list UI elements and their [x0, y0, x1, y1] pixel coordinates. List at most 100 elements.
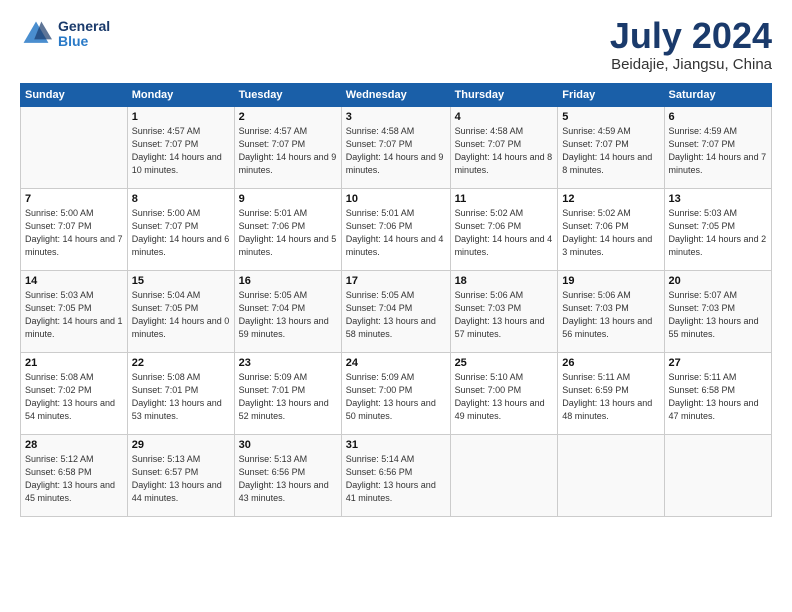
day-info: Sunrise: 5:08 AMSunset: 7:02 PMDaylight:… — [25, 371, 123, 423]
calendar-cell: 15Sunrise: 5:04 AMSunset: 7:05 PMDayligh… — [127, 271, 234, 353]
day-info: Sunrise: 5:00 AMSunset: 7:07 PMDaylight:… — [25, 207, 123, 259]
day-info: Sunrise: 5:12 AMSunset: 6:58 PMDaylight:… — [25, 453, 123, 505]
day-info: Sunrise: 5:09 AMSunset: 7:00 PMDaylight:… — [346, 371, 446, 423]
calendar-cell: 13 Sunrise: 5:03 AMSunset: 7:05 PMDayligh… — [664, 189, 771, 271]
day-number: 17 — [346, 275, 446, 287]
calendar-cell: 8 Sunrise: 5:00 AMSunset: 7:07 PMDaylight… — [127, 189, 234, 271]
weekday-header-tuesday: Tuesday — [234, 84, 341, 107]
calendar-cell: 17 Sunrise: 5:05 AMSunset: 7:04 PMDayligh… — [341, 271, 450, 353]
day-number: 1 — [132, 111, 230, 123]
calendar-cell: 29Sunrise: 5:13 AMSunset: 6:57 PMDayligh… — [127, 435, 234, 517]
day-info: Sunrise: 5:02 AMSunset: 7:06 PMDaylight:… — [455, 207, 554, 259]
week-row-4: 21 Sunrise: 5:08 AMSunset: 7:02 PMDayligh… — [21, 353, 772, 435]
week-row-1: 1 Sunrise: 4:57 AMSunset: 7:07 PMDaylight… — [21, 107, 772, 189]
logo-blue: Blue — [58, 34, 110, 49]
calendar-cell: 16Sunrise: 5:05 AMSunset: 7:04 PMDayligh… — [234, 271, 341, 353]
day-number: 12 — [562, 193, 659, 205]
calendar-cell: 23Sunrise: 5:09 AMSunset: 7:01 PMDayligh… — [234, 353, 341, 435]
day-info: Sunrise: 4:57 AMSunset: 7:07 PMDaylight:… — [239, 125, 337, 177]
day-number: 10 — [346, 193, 446, 205]
calendar-cell: 9 Sunrise: 5:01 AMSunset: 7:06 PMDaylight… — [234, 189, 341, 271]
calendar-cell: 12 Sunrise: 5:02 AMSunset: 7:06 PMDayligh… — [558, 189, 664, 271]
logo-text: General Blue — [58, 19, 110, 50]
week-row-2: 7 Sunrise: 5:00 AMSunset: 7:07 PMDaylight… — [21, 189, 772, 271]
day-info: Sunrise: 5:06 AMSunset: 7:03 PMDaylight:… — [562, 289, 659, 341]
calendar-cell: 5 Sunrise: 4:59 AMSunset: 7:07 PMDaylight… — [558, 107, 664, 189]
day-number: 2 — [239, 111, 337, 123]
day-number: 24 — [346, 357, 446, 369]
day-number: 21 — [25, 357, 123, 369]
calendar-cell: 24 Sunrise: 5:09 AMSunset: 7:00 PMDayligh… — [341, 353, 450, 435]
day-info: Sunrise: 5:11 AMSunset: 6:59 PMDaylight:… — [562, 371, 659, 423]
calendar-cell: 30Sunrise: 5:13 AMSunset: 6:56 PMDayligh… — [234, 435, 341, 517]
calendar-cell: 31Sunrise: 5:14 AMSunset: 6:56 PMDayligh… — [341, 435, 450, 517]
header: General Blue July 2024 Beidajie, Jiangsu… — [20, 18, 772, 73]
weekday-header-thursday: Thursday — [450, 84, 558, 107]
day-number: 28 — [25, 439, 123, 451]
day-number: 5 — [562, 111, 659, 123]
day-info: Sunrise: 5:01 AMSunset: 7:06 PMDaylight:… — [239, 207, 337, 259]
day-number: 7 — [25, 193, 123, 205]
calendar-cell: 28 Sunrise: 5:12 AMSunset: 6:58 PMDayligh… — [21, 435, 128, 517]
logo: General Blue — [20, 18, 110, 50]
calendar-cell: 21 Sunrise: 5:08 AMSunset: 7:02 PMDayligh… — [21, 353, 128, 435]
calendar-cell: 1 Sunrise: 4:57 AMSunset: 7:07 PMDaylight… — [127, 107, 234, 189]
week-row-5: 28 Sunrise: 5:12 AMSunset: 6:58 PMDayligh… — [21, 435, 772, 517]
day-number: 18 — [455, 275, 554, 287]
calendar-cell: 4 Sunrise: 4:58 AMSunset: 7:07 PMDaylight… — [450, 107, 558, 189]
calendar-cell: 27 Sunrise: 5:11 AMSunset: 6:58 PMDayligh… — [664, 353, 771, 435]
day-number: 11 — [455, 193, 554, 205]
day-info: Sunrise: 5:04 AMSunset: 7:05 PMDaylight:… — [132, 289, 230, 341]
day-number: 8 — [132, 193, 230, 205]
day-number: 13 — [669, 193, 767, 205]
weekday-header-row: SundayMondayTuesdayWednesdayThursdayFrid… — [21, 84, 772, 107]
day-number: 31 — [346, 439, 446, 451]
day-info: Sunrise: 5:06 AMSunset: 7:03 PMDaylight:… — [455, 289, 554, 341]
day-number: 22 — [132, 357, 230, 369]
weekday-header-sunday: Sunday — [21, 84, 128, 107]
day-info: Sunrise: 5:11 AMSunset: 6:58 PMDaylight:… — [669, 371, 767, 423]
week-row-3: 14 Sunrise: 5:03 AMSunset: 7:05 PMDayligh… — [21, 271, 772, 353]
day-info: Sunrise: 5:05 AMSunset: 7:04 PMDaylight:… — [239, 289, 337, 341]
day-number: 6 — [669, 111, 767, 123]
calendar-table: SundayMondayTuesdayWednesdayThursdayFrid… — [20, 83, 772, 517]
calendar-cell — [558, 435, 664, 517]
day-info: Sunrise: 5:10 AMSunset: 7:00 PMDaylight:… — [455, 371, 554, 423]
calendar-cell: 19Sunrise: 5:06 AMSunset: 7:03 PMDayligh… — [558, 271, 664, 353]
day-number: 29 — [132, 439, 230, 451]
weekday-header-saturday: Saturday — [664, 84, 771, 107]
day-info: Sunrise: 5:07 AMSunset: 7:03 PMDaylight:… — [669, 289, 767, 341]
calendar-cell — [21, 107, 128, 189]
day-number: 26 — [562, 357, 659, 369]
day-info: Sunrise: 4:57 AMSunset: 7:07 PMDaylight:… — [132, 125, 230, 177]
day-number: 9 — [239, 193, 337, 205]
calendar-cell — [664, 435, 771, 517]
calendar-cell — [450, 435, 558, 517]
month-title: July 2024 — [610, 18, 772, 54]
calendar-cell: 14 Sunrise: 5:03 AMSunset: 7:05 PMDayligh… — [21, 271, 128, 353]
calendar-cell: 18 Sunrise: 5:06 AMSunset: 7:03 PMDayligh… — [450, 271, 558, 353]
weekday-header-wednesday: Wednesday — [341, 84, 450, 107]
location: Beidajie, Jiangsu, China — [610, 56, 772, 73]
calendar-cell: 3Sunrise: 4:58 AMSunset: 7:07 PMDaylight… — [341, 107, 450, 189]
day-info: Sunrise: 4:58 AMSunset: 7:07 PMDaylight:… — [455, 125, 554, 177]
day-info: Sunrise: 5:03 AMSunset: 7:05 PMDaylight:… — [25, 289, 123, 341]
calendar-cell: 7 Sunrise: 5:00 AMSunset: 7:07 PMDaylight… — [21, 189, 128, 271]
day-number: 14 — [25, 275, 123, 287]
day-info: Sunrise: 5:01 AMSunset: 7:06 PMDaylight:… — [346, 207, 446, 259]
calendar-cell: 10 Sunrise: 5:01 AMSunset: 7:06 PMDayligh… — [341, 189, 450, 271]
logo-icon — [20, 18, 52, 50]
day-info: Sunrise: 5:02 AMSunset: 7:06 PMDaylight:… — [562, 207, 659, 259]
calendar-cell: 11 Sunrise: 5:02 AMSunset: 7:06 PMDayligh… — [450, 189, 558, 271]
day-number: 3 — [346, 111, 446, 123]
day-info: Sunrise: 5:00 AMSunset: 7:07 PMDaylight:… — [132, 207, 230, 259]
day-number: 4 — [455, 111, 554, 123]
day-number: 23 — [239, 357, 337, 369]
day-info: Sunrise: 5:05 AMSunset: 7:04 PMDaylight:… — [346, 289, 446, 341]
day-number: 25 — [455, 357, 554, 369]
weekday-header-friday: Friday — [558, 84, 664, 107]
day-number: 27 — [669, 357, 767, 369]
day-info: Sunrise: 4:59 AMSunset: 7:07 PMDaylight:… — [562, 125, 659, 177]
calendar-cell: 2 Sunrise: 4:57 AMSunset: 7:07 PMDaylight… — [234, 107, 341, 189]
day-info: Sunrise: 5:03 AMSunset: 7:05 PMDaylight:… — [669, 207, 767, 259]
